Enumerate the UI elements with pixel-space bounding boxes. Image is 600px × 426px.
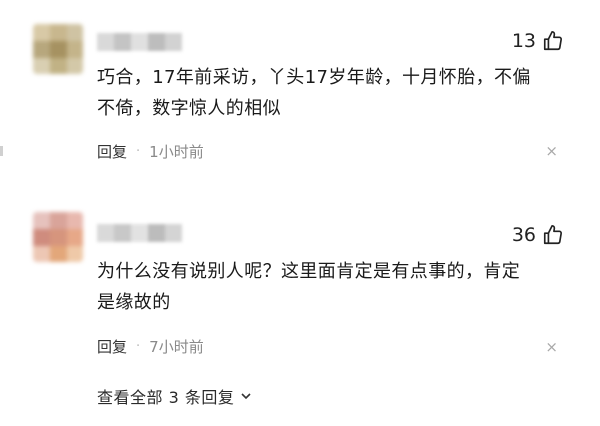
chevron-down-icon — [240, 387, 252, 406]
avatar[interactable] — [33, 212, 83, 262]
comment-meta: 回复 · 1小时前 — [97, 140, 204, 162]
username-pixel — [131, 33, 148, 51]
avatar-pixel — [33, 24, 50, 41]
avatar-pixel — [50, 246, 67, 262]
comment-text-line: 为什么没有说别人呢？这里面肯定是有点事的，肯定 — [97, 261, 521, 282]
username-pixel — [165, 33, 182, 51]
avatar-pixel — [33, 212, 50, 229]
avatar-pixel — [33, 229, 50, 246]
separator-dot: · — [136, 143, 141, 159]
avatar-pixel — [50, 41, 67, 58]
edge-marker — [0, 146, 3, 156]
avatar-pixel — [33, 58, 50, 74]
timestamp: 7小时前 — [149, 337, 204, 356]
username-pixel — [114, 33, 131, 51]
avatar-pixel — [50, 24, 67, 41]
username-pixel — [97, 224, 114, 242]
view-all-replies-label: 查看全部 3 条回复 — [97, 388, 235, 407]
like-button[interactable]: 13 — [512, 28, 564, 54]
avatar-pixel — [67, 24, 83, 41]
comment-text-line: 不倚，数字惊人的相似 — [97, 98, 281, 119]
avatar-pixel — [67, 212, 83, 229]
separator-dot: · — [136, 338, 141, 354]
username-pixel — [114, 224, 131, 242]
comment-text-line: 是缘故的 — [97, 292, 171, 313]
avatar-pixel — [67, 229, 83, 246]
comment-text: 巧合，17年前采访，丫头17岁年龄，十月怀胎，不偏 不倚，数字惊人的相似 — [97, 62, 567, 124]
like-count: 36 — [511, 224, 536, 246]
like-button[interactable]: 36 — [512, 222, 564, 248]
avatar-pixel — [50, 212, 67, 229]
reply-button[interactable]: 回复 — [97, 336, 127, 357]
avatar[interactable] — [33, 24, 83, 74]
avatar-pixel — [67, 246, 83, 262]
close-icon[interactable]: × — [545, 144, 558, 159]
avatar-pixel — [33, 246, 50, 262]
avatar-pixel — [50, 58, 67, 74]
timestamp: 1小时前 — [149, 142, 204, 161]
username-blurred[interactable] — [97, 33, 185, 51]
reply-button[interactable]: 回复 — [97, 141, 127, 162]
username-pixel — [131, 224, 148, 242]
username-pixel — [97, 33, 114, 51]
avatar-pixel — [67, 58, 83, 74]
comment-meta: 回复 · 7小时前 — [97, 335, 204, 357]
view-all-replies-button[interactable]: 查看全部 3 条回复 — [97, 384, 252, 408]
comment-text-line: 巧合，17年前采访，丫头17岁年龄，十月怀胎，不偏 — [97, 67, 531, 88]
username-blurred[interactable] — [97, 224, 185, 242]
thumbs-up-icon[interactable] — [542, 30, 564, 52]
thumbs-up-icon[interactable] — [542, 224, 564, 246]
like-count: 13 — [511, 30, 536, 52]
avatar-pixel — [33, 41, 50, 58]
username-pixel — [148, 224, 165, 242]
avatar-pixel — [50, 229, 67, 246]
username-pixel — [165, 224, 182, 242]
avatar-pixel — [67, 41, 83, 58]
comment-text: 为什么没有说别人呢？这里面肯定是有点事的，肯定 是缘故的 — [97, 256, 567, 318]
close-icon[interactable]: × — [545, 340, 558, 355]
username-pixel — [148, 33, 165, 51]
